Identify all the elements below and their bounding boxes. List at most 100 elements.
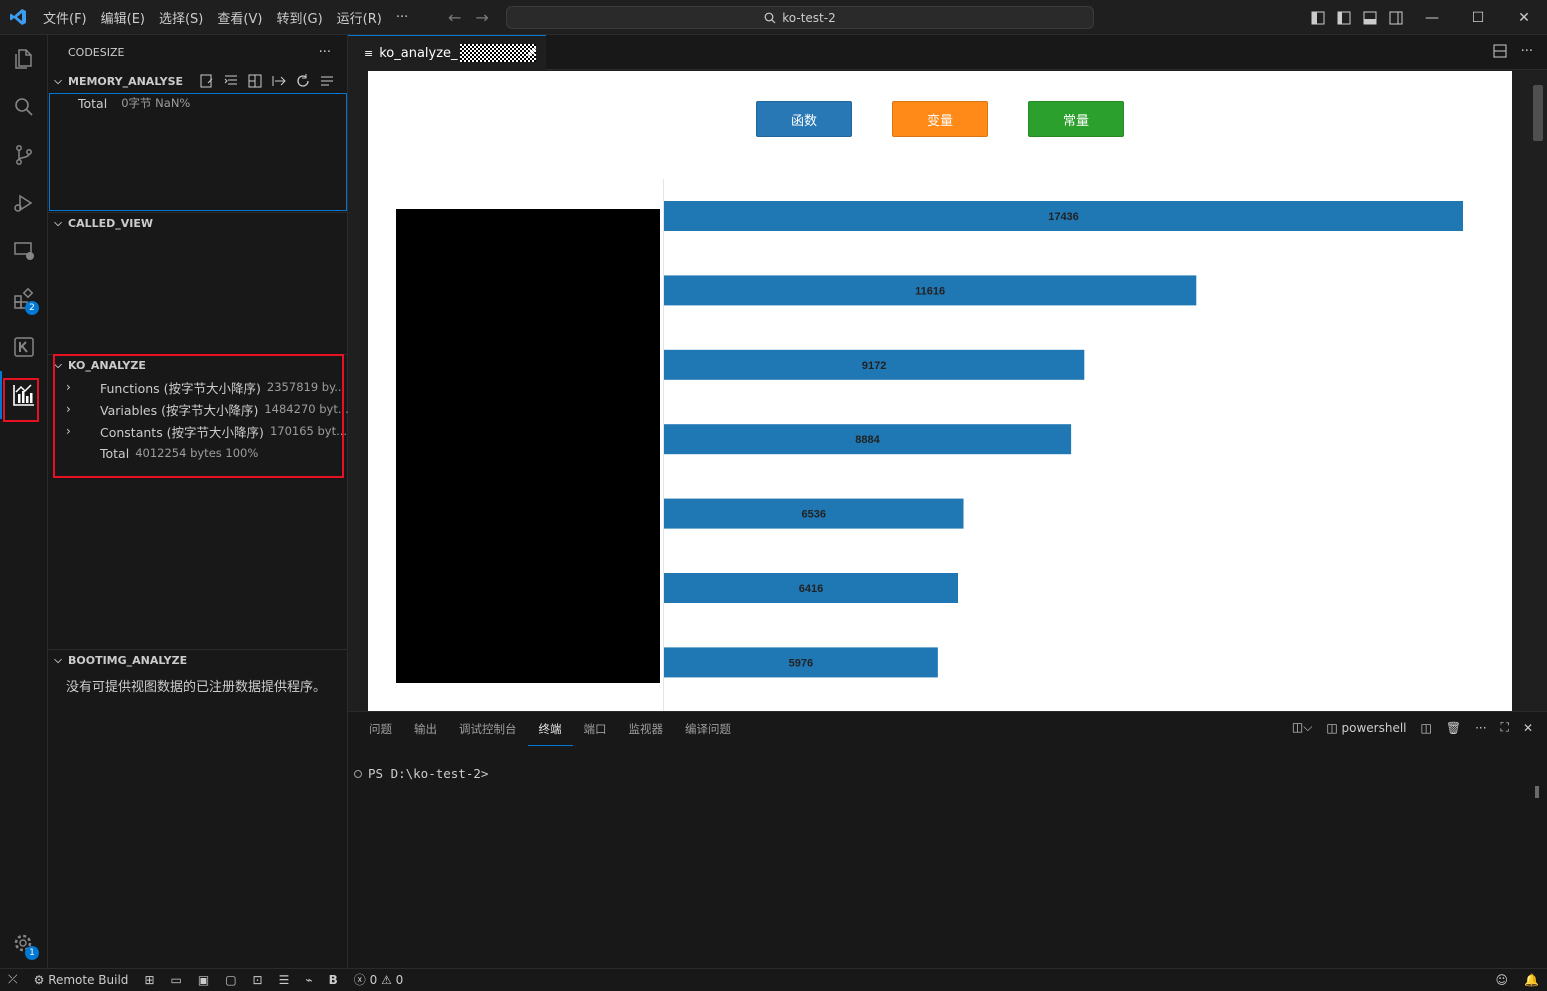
tab-build-problems[interactable]: 编译问题 — [674, 712, 742, 746]
functions-button[interactable]: 函数 — [756, 101, 852, 137]
build-b-icon[interactable]: B — [321, 969, 346, 991]
redacted-tab-suffix — [459, 44, 536, 62]
editor-more-icon[interactable]: ··· — [1521, 44, 1533, 62]
open-folder-icon[interactable]: ▭ — [163, 969, 190, 991]
source-control-icon[interactable] — [0, 131, 48, 179]
preview-icon: ≡ — [364, 46, 374, 60]
tab-ko-analyze[interactable]: ≡ ko_analyze_ ✕ — [348, 35, 546, 70]
extensions-badge: 2 — [25, 301, 39, 315]
terminal-status-icon[interactable]: ⊡ — [245, 969, 271, 991]
problems-status[interactable]: ⓧ 0 ⚠ 0 — [346, 969, 412, 991]
copilot-icon[interactable]: ☺ — [1488, 969, 1517, 991]
bootimg-analyze-header: BOOTIMG_ANALYZE — [68, 654, 188, 667]
menu-file[interactable]: 文件(F) — [36, 8, 94, 27]
bar-label-1: 11616 — [915, 285, 945, 297]
terminal-icon: ◫ — [1326, 720, 1342, 735]
section-memory-analyse[interactable]: ⌵ MEMORY_ANALYSE — [48, 70, 347, 92]
ko-analyze-webview: 函数 变量 常量 17436 11616 9172 8884 6536 6416 5976 — [368, 71, 1512, 711]
memory-total-desc: 0字节 NaN% — [121, 96, 191, 110]
error-count: 0 — [369, 972, 378, 987]
flash-icon[interactable]: ⌁ — [297, 969, 320, 991]
back-arrow-icon[interactable]: ← — [448, 8, 461, 27]
list-status-icon[interactable]: ☰ — [271, 969, 298, 991]
codesize-k-icon[interactable] — [0, 323, 48, 371]
maximize-icon[interactable]: ☐ — [1455, 10, 1501, 26]
close-panel-icon[interactable]: ✕ — [1523, 721, 1533, 735]
toggle-primary-sidebar-icon[interactable] — [1331, 11, 1357, 25]
remote-device-icon[interactable]: ▢ — [217, 969, 244, 991]
menu-bar: 文件(F) 编辑(E) 选择(S) 查看(V) 转到(G) 运行(R) ··· — [36, 0, 415, 35]
new-terminal-dropdown-icon[interactable]: ◫⌵ — [1292, 720, 1312, 735]
new-file-icon[interactable] — [199, 73, 215, 89]
activity-bar: 2 1 — [0, 35, 48, 968]
terminal-scroll-marker — [1535, 786, 1539, 798]
memory-analyse-header: MEMORY_ANALYSE — [68, 74, 184, 88]
search-view-icon[interactable] — [0, 83, 48, 131]
tab-problems[interactable]: 问题 — [358, 712, 403, 746]
menu-go[interactable]: 转到(G) — [269, 8, 329, 27]
tab-ports[interactable]: 端口 — [573, 712, 618, 746]
warning-icon: ⚠ — [381, 972, 392, 987]
editor-scrollbar[interactable] — [1533, 85, 1543, 141]
close-window-icon[interactable]: ✕ — [1501, 10, 1547, 26]
tab-output[interactable]: 输出 — [403, 712, 448, 746]
menu-view[interactable]: 查看(V) — [210, 8, 269, 27]
toggle-secondary-sidebar-icon[interactable] — [1383, 11, 1409, 25]
goto-arrow-icon[interactable] — [271, 73, 287, 89]
bar-label-2: 9172 — [862, 360, 886, 372]
collapse-list-icon[interactable] — [319, 73, 335, 89]
bottom-panel: 问题 输出 调试控制台 终端 端口 监视器 编译问题 ◫⌵ ◫ powershe… — [348, 711, 1547, 968]
customize-layout-icon[interactable] — [1305, 11, 1331, 25]
minimize-icon[interactable]: — — [1409, 10, 1455, 26]
tab-monitor[interactable]: 监视器 — [618, 712, 675, 746]
split-layout-icon[interactable] — [247, 73, 263, 89]
maximize-panel-icon[interactable]: ⛶ — [1501, 720, 1509, 735]
close-tab-icon[interactable]: ✕ — [526, 45, 538, 61]
panel-more-icon[interactable]: ··· — [1475, 721, 1486, 735]
tab-terminal[interactable]: 终端 — [527, 712, 573, 746]
explorer-icon[interactable] — [0, 35, 48, 83]
search-icon — [764, 12, 776, 23]
remote-build-icon: ⚙ — [33, 972, 49, 987]
monitor-icon[interactable]: ▣ — [190, 969, 217, 991]
list-filter-icon[interactable] — [223, 73, 239, 89]
trash-icon[interactable]: 🗑 — [1446, 721, 1461, 735]
highlight-box-activity — [3, 378, 39, 422]
editor-area: ≡ ko_analyze_ ✕ ··· 函数 变量 常量 17436 11616 9… — [348, 35, 1547, 711]
section-called-view[interactable]: ⌵ CALLED_VIEW — [48, 212, 347, 234]
sidebar-more-icon[interactable]: ··· — [319, 45, 331, 60]
manage-gear-icon[interactable]: 1 — [0, 920, 48, 968]
menu-edit[interactable]: 编辑(E) — [94, 8, 152, 27]
tab-debug-console[interactable]: 调试控制台 — [448, 712, 528, 746]
remote-indicator-icon[interactable]: ⤫ — [0, 969, 26, 991]
bar-chart: 17436 11616 9172 8884 6536 6416 5976 — [396, 179, 1463, 711]
menu-more[interactable]: ··· — [389, 10, 415, 25]
extensions-icon[interactable]: 2 — [0, 275, 48, 323]
split-terminal-icon[interactable]: ◫ — [1421, 721, 1432, 735]
split-editor-icon[interactable] — [1493, 44, 1507, 62]
menu-selection[interactable]: 选择(S) — [152, 8, 210, 27]
variables-button[interactable]: 变量 — [892, 101, 988, 137]
bar-label-3: 8884 — [855, 434, 880, 446]
forward-arrow-icon[interactable]: → — [475, 8, 488, 27]
refresh-icon[interactable] — [295, 73, 311, 89]
remote-explorer-icon[interactable] — [0, 227, 48, 275]
memory-total-row[interactable]: Total 0字节 NaN% — [78, 92, 190, 114]
menu-run[interactable]: 运行(R) — [330, 8, 389, 27]
terminal-output[interactable]: PS D:\ko-test-2> — [354, 766, 488, 781]
add-project-icon[interactable]: ⊞ — [136, 969, 162, 991]
tab-label: ko_analyze_ — [379, 45, 458, 61]
notifications-bell-icon[interactable]: 🔔 — [1516, 969, 1547, 991]
section-bootimg-analyze[interactable]: ⌵ BOOTIMG_ANALYZE — [48, 649, 347, 671]
run-debug-icon[interactable] — [0, 179, 48, 227]
terminal-shell[interactable]: ◫ powershell — [1326, 721, 1406, 735]
toggle-panel-icon[interactable] — [1357, 11, 1383, 25]
vscode-logo-icon — [10, 9, 26, 25]
called-view-header: CALLED_VIEW — [68, 217, 154, 230]
remote-build-item[interactable]: ⚙ Remote Build — [26, 969, 137, 991]
constants-button[interactable]: 常量 — [1028, 101, 1124, 137]
title-bar: 文件(F) 编辑(E) 选择(S) 查看(V) 转到(G) 运行(R) ··· … — [0, 0, 1547, 35]
tab-bar: ≡ ko_analyze_ ✕ ··· — [348, 35, 1547, 70]
redacted-y-labels — [396, 209, 660, 683]
command-center-search[interactable]: ko-test-2 — [506, 6, 1094, 29]
